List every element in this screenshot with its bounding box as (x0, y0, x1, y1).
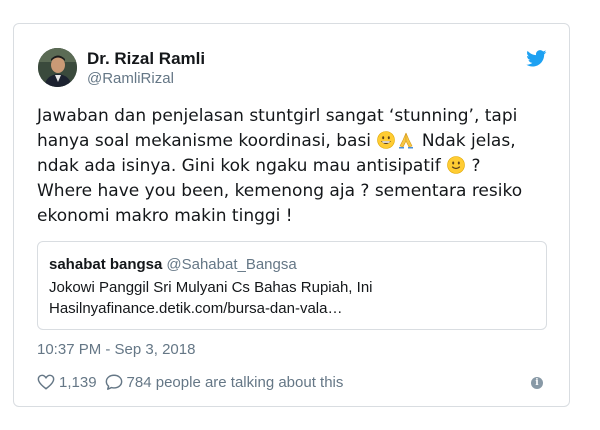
comment-bubble-icon[interactable] (105, 373, 123, 391)
quoted-author-name[interactable]: sahabat bangsa (49, 256, 162, 273)
quoted-tweet-header: sahabat bangsa @Sahabat_Bangsa (49, 256, 297, 273)
quoted-author-handle[interactable]: @Sahabat_Bangsa (166, 256, 296, 273)
avatar-photo-icon (38, 48, 77, 87)
author-display-name[interactable]: Dr. Rizal Ramli (87, 49, 205, 69)
author-handle[interactable]: @RamliRizal (87, 70, 174, 87)
quoted-text-line1: Jokowi Panggil Sri Mulyani Cs Bahas Rupi… (49, 279, 373, 296)
like-count[interactable]: 1,139 (59, 374, 97, 391)
tweet-body: Jawaban dan penjelasan stuntgirl sangat … (37, 104, 537, 229)
tweet-actions: 1,139 784 people are talking about this (37, 372, 343, 392)
heart-icon[interactable] (37, 373, 55, 391)
folded-hands-icon (397, 131, 415, 149)
quoted-text-line2: Hasilnyafinance.detik.com/bursa-dan-vala… (49, 300, 343, 317)
talking-count[interactable]: 784 people are talking about this (127, 374, 344, 391)
tweet-timestamp[interactable]: 10:37 PM - Sep 3, 2018 (37, 341, 195, 358)
twitter-bird-icon[interactable] (526, 50, 547, 67)
avatar[interactable] (38, 48, 77, 87)
tweet-card: Dr. Rizal Ramli @RamliRizal Jawaban dan … (13, 23, 570, 407)
quoted-tweet[interactable]: sahabat bangsa @Sahabat_Bangsa Jokowi Pan… (37, 241, 547, 330)
grinning-face-icon (377, 131, 396, 149)
info-icon[interactable]: i (531, 377, 543, 389)
slightly-smiling-face-icon (447, 156, 465, 174)
